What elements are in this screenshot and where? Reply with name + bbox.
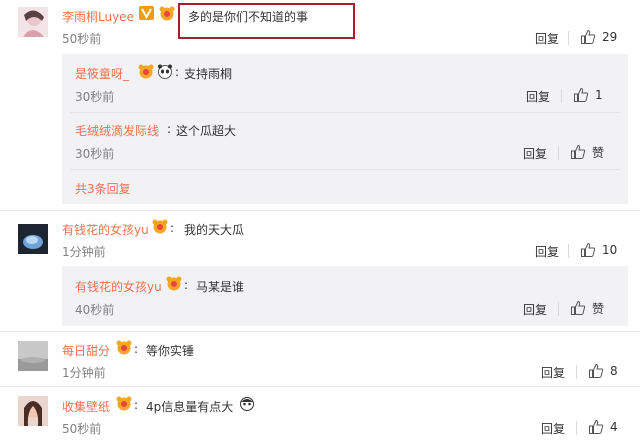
verified-v-icon (139, 6, 154, 20)
like-count: 1 (595, 88, 603, 102)
reply-text: 这个瓜超大 (176, 124, 237, 138)
avatar[interactable] (18, 396, 48, 426)
highlight-box (178, 3, 355, 39)
divider (576, 365, 577, 379)
reply-button[interactable]: 回复 (526, 88, 550, 105)
fan-badge-icon (138, 64, 154, 79)
like-count: 10 (602, 243, 618, 257)
more-replies-link[interactable]: 共3条回复 (75, 180, 131, 197)
comment-text: 4p信息量有点大 (146, 400, 234, 414)
reply-text: 马某是谁 (196, 280, 245, 294)
thumb-up-icon (581, 29, 596, 44)
divider (0, 386, 640, 387)
like-count: 8 (610, 364, 618, 378)
colon: : (167, 122, 172, 136)
comment-username[interactable]: 收集壁纸 (62, 398, 110, 415)
reply-time: 40秒前 (75, 303, 115, 317)
divider (568, 31, 569, 45)
reply-username[interactable]: 毛绒绒滴发际线 (75, 122, 159, 139)
like-button[interactable]: 赞 (570, 300, 604, 316)
like-button[interactable]: 10 (580, 242, 617, 258)
divider (576, 421, 577, 435)
like-count: 赞 (592, 301, 605, 316)
comment-text: 我的天大瓜 (184, 223, 245, 237)
reply-time: 30秒前 (75, 147, 115, 161)
reply-time: 30秒前 (75, 90, 115, 104)
reply-button[interactable]: 回复 (523, 145, 547, 162)
thumb-up-icon (589, 363, 604, 378)
comment-username[interactable]: 有钱花的女孩yu (62, 221, 149, 238)
like-button[interactable]: 29 (580, 29, 617, 45)
comment-time: 1分钟前 (62, 366, 106, 380)
like-count: 4 (610, 420, 618, 434)
thumb-up-icon (571, 144, 586, 159)
thumb-up-icon (589, 419, 604, 434)
emoji-icon (240, 397, 254, 411)
comment-username[interactable]: 李雨桐Luyee (62, 8, 134, 25)
reply-button[interactable]: 回复 (535, 243, 559, 260)
like-button[interactable]: 赞 (570, 144, 604, 160)
reply-button[interactable]: 回复 (523, 301, 547, 318)
reply-username[interactable]: 是筱童呀_ (75, 65, 129, 82)
colon: : (170, 221, 175, 235)
colon: : (184, 278, 189, 292)
like-button[interactable]: 1 (573, 87, 603, 103)
thumb-up-icon (574, 87, 589, 102)
avatar[interactable] (18, 341, 48, 371)
reply-button[interactable]: 回复 (541, 364, 565, 381)
colon: : (175, 65, 180, 79)
reply-button[interactable]: 回复 (535, 30, 559, 47)
colon: : (134, 342, 139, 356)
fan-badge-icon (159, 6, 175, 21)
thumb-up-icon (571, 300, 586, 315)
fan-badge-icon (166, 276, 182, 291)
comment-time: 1分钟前 (62, 245, 106, 259)
divider (0, 210, 640, 211)
colon: : (134, 398, 139, 412)
divider (561, 89, 562, 103)
reply-username[interactable]: 有钱花的女孩yu (75, 278, 162, 295)
like-count: 29 (602, 30, 618, 44)
divider (70, 112, 620, 113)
comment-text: 等你实锤 (146, 344, 195, 358)
divider (70, 169, 620, 170)
fan-badge-icon (152, 219, 168, 234)
comment-time: 50秒前 (62, 32, 102, 46)
panda-emoji-icon (158, 64, 172, 79)
fan-badge-icon (116, 396, 132, 411)
like-button[interactable]: 4 (588, 419, 618, 435)
comment-time: 50秒前 (62, 422, 102, 436)
thumb-up-icon (581, 242, 596, 257)
like-count: 赞 (592, 145, 605, 160)
avatar[interactable] (18, 7, 48, 37)
avatar[interactable] (18, 224, 48, 254)
divider (0, 331, 640, 332)
reply-text: 支持雨桐 (184, 67, 233, 81)
fan-badge-icon (116, 340, 132, 355)
divider (558, 302, 559, 316)
like-button[interactable]: 8 (588, 363, 618, 379)
divider (568, 244, 569, 258)
comment-username[interactable]: 每日甜分 (62, 342, 110, 359)
divider (558, 146, 559, 160)
reply-button[interactable]: 回复 (541, 420, 565, 437)
